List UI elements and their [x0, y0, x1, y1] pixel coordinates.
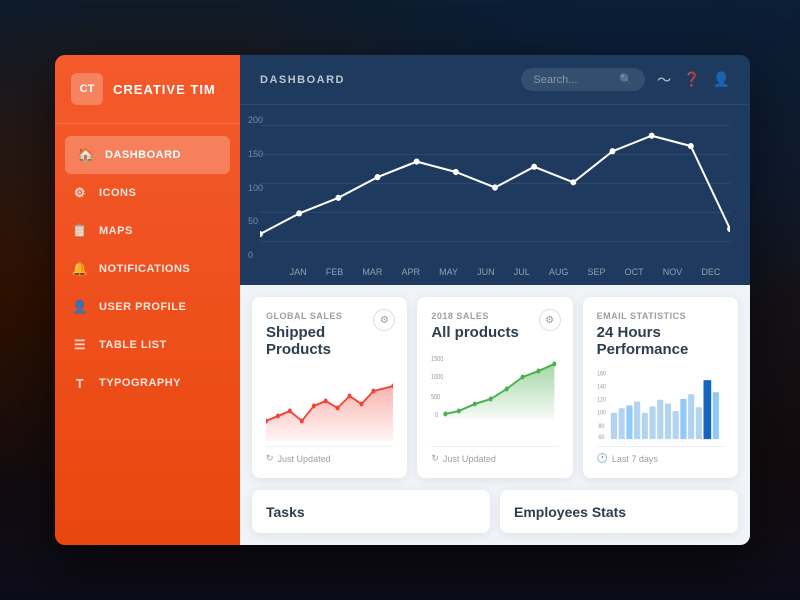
user-icon[interactable]: 👤	[713, 71, 730, 88]
svg-text:1000: 1000	[431, 373, 444, 381]
card-perf-title: 24 Hours Performance	[597, 324, 724, 358]
sidebar-item-dashboard[interactable]: 🏠 Dashboard	[65, 136, 230, 174]
header: Dashboard 🔍 〜 ❓ 👤	[240, 55, 750, 105]
sidebar-item-table-list[interactable]: ☰ Table List	[55, 326, 240, 364]
sidebar-label-notifications: Notifications	[99, 263, 190, 275]
card-shipped-products: Global Sales Shipped Products ⚙	[252, 297, 407, 478]
sidebar-label-table-list: Table List	[99, 339, 167, 351]
main-chart-svg	[260, 115, 730, 260]
main-chart-area: 200 150 100 50 0	[240, 105, 750, 285]
sidebar-label-typography: Typography	[99, 377, 181, 389]
typography-icon: T	[71, 374, 89, 392]
sidebar-label-user-profile: User Profile	[99, 301, 186, 313]
card-tasks-title: Tasks	[266, 504, 305, 520]
card-all-products: 2018 Sales All products ⚙ 1500 1000	[417, 297, 572, 478]
sidebar-label-icons: Icons	[99, 187, 136, 199]
search-box[interactable]: 🔍	[521, 68, 645, 91]
chart-x-labels: JAN FEB MAR APR MAY JUN JUL AUG SEP OCT …	[260, 265, 730, 277]
table-list-icon: ☰	[71, 336, 89, 354]
sidebar-item-user-profile[interactable]: 👤 User Profile	[55, 288, 240, 326]
card-shipped-title: Shipped Products	[266, 324, 393, 358]
sidebar-label-maps: Maps	[99, 225, 133, 237]
sidebar-label-dashboard: Dashboard	[105, 149, 181, 161]
svg-text:120: 120	[597, 397, 607, 404]
card-shipped-footer: ↻ Just Updated	[266, 446, 393, 464]
card-allprod-settings[interactable]: ⚙	[539, 309, 561, 331]
search-icon: 🔍	[619, 73, 633, 86]
sidebar-logo: CT Creative Tim	[55, 55, 240, 124]
svg-text:140: 140	[597, 384, 607, 391]
header-actions: 🔍 〜 ❓ 👤	[521, 68, 730, 91]
card-perf-chart: 160 140 120 100 80 60	[597, 366, 724, 440]
logo-text: Creative Tim	[113, 82, 216, 97]
svg-text:60: 60	[598, 435, 605, 441]
app-window: CT Creative Tim 🏠 Dashboard ⚙ Icons 📋 Ma…	[55, 55, 750, 545]
sidebar-item-icons[interactable]: ⚙ Icons	[55, 174, 240, 212]
main-content: Dashboard 🔍 〜 ❓ 👤 200 150 100 50 0	[240, 55, 750, 545]
cards-section: Global Sales Shipped Products ⚙	[240, 285, 750, 490]
user-profile-icon: 👤	[71, 298, 89, 316]
help-icon[interactable]: ❓	[683, 71, 700, 88]
sidebar-item-typography[interactable]: T Typography	[55, 364, 240, 402]
card-24h-performance: Email Statistics 24 Hours Performance 16…	[583, 297, 738, 478]
svg-text:100: 100	[597, 410, 607, 417]
svg-text:0: 0	[435, 411, 439, 419]
card-allprod-title: All products	[431, 324, 558, 341]
sidebar-item-notifications[interactable]: 🔔 Notifications	[55, 250, 240, 288]
card-employees-stats: Employees Stats	[500, 490, 738, 533]
card-tasks: Tasks	[252, 490, 490, 533]
maps-icon: 📋	[71, 222, 89, 240]
sidebar-item-maps[interactable]: 📋 Maps	[55, 212, 240, 250]
card-employees-title: Employees Stats	[514, 504, 626, 520]
pulse-icon[interactable]: 〜	[657, 70, 671, 90]
chart-y-labels: 200 150 100 50 0	[248, 115, 263, 260]
logo-badge: CT	[71, 73, 103, 105]
sidebar: CT Creative Tim 🏠 Dashboard ⚙ Icons 📋 Ma…	[55, 55, 240, 545]
svg-text:500: 500	[431, 393, 441, 401]
card-shipped-chart	[266, 366, 393, 440]
notifications-icon: 🔔	[71, 260, 89, 278]
search-input[interactable]	[533, 74, 613, 86]
sidebar-nav: 🏠 Dashboard ⚙ Icons 📋 Maps 🔔 Notificatio…	[55, 124, 240, 545]
card-perf-footer: 🕐 Last 7 days	[597, 446, 724, 464]
svg-text:80: 80	[598, 424, 605, 431]
icons-icon: ⚙	[71, 184, 89, 202]
page-title: Dashboard	[260, 74, 345, 86]
svg-text:1500: 1500	[431, 355, 444, 363]
card-allprod-chart: 1500 1000 500 0	[431, 349, 558, 440]
card-allprod-footer: ↻ Just Updated	[431, 446, 558, 464]
bottom-cards-row: Tasks Employees Stats	[240, 490, 750, 545]
svg-text:160: 160	[597, 371, 607, 378]
dashboard-icon: 🏠	[77, 146, 95, 164]
card-perf-category: Email Statistics	[597, 311, 724, 321]
